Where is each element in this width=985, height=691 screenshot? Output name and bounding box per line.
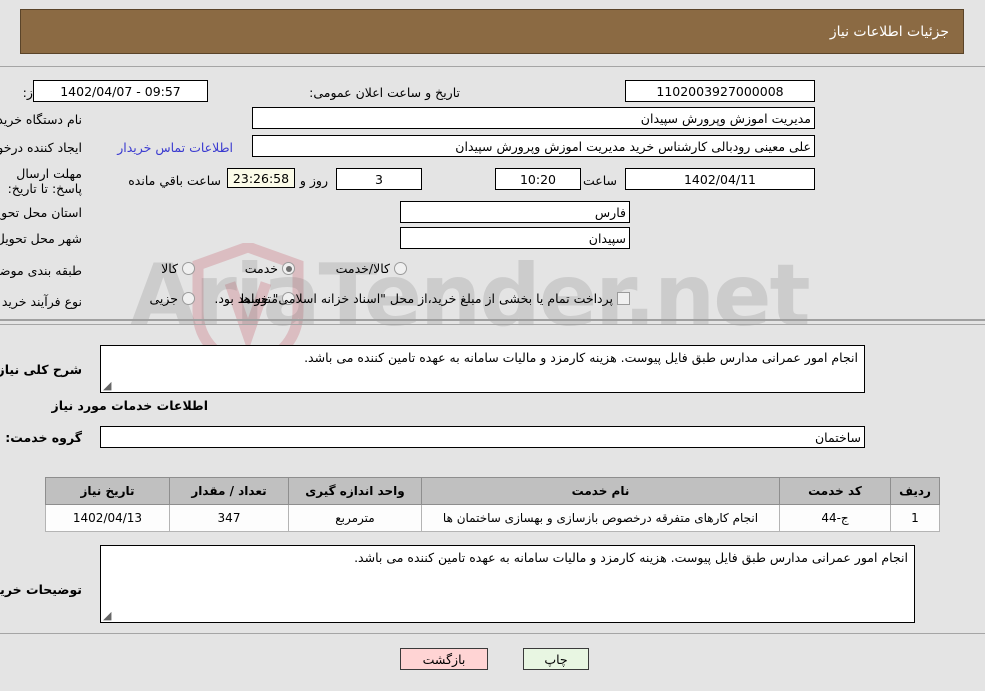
buyer-org-label: نام دستگاه خریدار: xyxy=(0,112,82,127)
buyer-org-value: مدیریت اموزش وپرورش سپیدان xyxy=(252,107,815,129)
province-label: استان محل تحویل: xyxy=(0,205,82,220)
radio-label-kala-khedmat: کالا/خدمت xyxy=(335,261,390,276)
page-title: جزئیات اطلاعات نیاز xyxy=(829,23,949,40)
public-announce-label: تاریخ و ساعت اعلان عمومی: xyxy=(309,85,460,100)
table-row: 1 ج-44 انجام کارهای متفرقه درخصوص بازساز… xyxy=(45,504,940,532)
buyer-notes-text: انجام امور عمرانی مدارس طبق فایل پیوست. … xyxy=(354,550,908,565)
cell-unit: مترمربع xyxy=(288,504,422,532)
remaining-days-value: 3 xyxy=(336,168,422,190)
radio-category-kala-khedmat[interactable]: کالا/خدمت xyxy=(336,261,407,276)
requester-value: علی معینی رودبالی کارشناس خرید مدیریت ام… xyxy=(252,135,815,157)
col-header-qty: تعداد / مقدار xyxy=(169,477,289,505)
radio-dot-kala-khedmat xyxy=(394,262,407,275)
hour-label: ساعت xyxy=(582,173,617,188)
service-group-value: ساختمان xyxy=(100,426,865,448)
resize-grip-icon[interactable]: ◢ xyxy=(103,380,113,391)
radio-process-jozei[interactable]: جزیی xyxy=(149,291,195,306)
radio-label-kala: کالا xyxy=(161,261,178,276)
city-value: سپیدان xyxy=(400,227,630,249)
table-header-row: ردیف کد خدمت نام خدمت واحد اندازه گیری ت… xyxy=(45,477,940,505)
resize-grip-icon-notes[interactable]: ◢ xyxy=(103,610,113,621)
col-header-unit: واحد اندازه گیری xyxy=(288,477,422,505)
radio-dot-khedmat xyxy=(282,262,295,275)
buyer-notes-label: توضیحات خریدار: xyxy=(0,582,82,597)
service-group-label: گروه خدمت: xyxy=(5,430,82,445)
category-label: طبقه بندی موضوعی: xyxy=(0,263,82,278)
cell-date: 1402/04/13 xyxy=(45,504,170,532)
top-info-panel xyxy=(0,66,985,321)
radio-label-jozei: جزیی xyxy=(149,291,178,306)
process-type-label: نوع فرآیند خرید : xyxy=(0,294,82,309)
cell-name: انجام کارهای متفرقه درخصوص بازسازی و بهس… xyxy=(421,504,780,532)
services-table: ردیف کد خدمت نام خدمت واحد اندازه گیری ت… xyxy=(45,477,940,532)
services-section-heading: اطلاعات خدمات مورد نیاز xyxy=(51,398,209,413)
col-header-name: نام خدمت xyxy=(421,477,780,505)
remaining-days-label: روز و xyxy=(299,173,328,188)
checkbox-label-treasury: پرداخت تمام یا بخشی از مبلغ خرید،از محل … xyxy=(214,291,613,306)
requester-label: ایجاد کننده درخواست: xyxy=(0,140,82,155)
col-header-row: ردیف xyxy=(890,477,940,505)
need-number-value: 1102003927000008 xyxy=(625,80,815,102)
radio-dot-jozei xyxy=(182,292,195,305)
buyer-contact-link[interactable]: اطلاعات تماس خریدار xyxy=(117,140,233,155)
need-summary-label: شرح کلی نیاز: xyxy=(0,362,82,377)
city-label: شهر محل تحویل: xyxy=(0,231,82,246)
public-announce-value: 1402/04/07 - 09:57 xyxy=(33,80,208,102)
need-summary-text: انجام امور عمرانی مدارس طبق فایل پیوست. … xyxy=(304,350,858,365)
col-header-date: تاریخ نیاز xyxy=(45,477,170,505)
cell-row: 1 xyxy=(890,504,940,532)
back-button[interactable]: بازگشت xyxy=(400,648,488,670)
need-summary-textarea[interactable]: انجام امور عمرانی مدارس طبق فایل پیوست. … xyxy=(100,345,865,393)
radio-dot-kala xyxy=(182,262,195,275)
buyer-notes-textarea[interactable]: انجام امور عمرانی مدارس طبق فایل پیوست. … xyxy=(100,545,915,623)
cell-code: ج-44 xyxy=(779,504,891,532)
checkbox-treasury-docs[interactable]: پرداخت تمام یا بخشی از مبلغ خرید،از محل … xyxy=(214,291,630,306)
page-title-bar: جزئیات اطلاعات نیاز xyxy=(20,9,964,54)
radio-category-khedmat[interactable]: خدمت xyxy=(245,261,295,276)
countdown-timer: 23:26:58 xyxy=(227,168,295,188)
page-root: AriaTender.net جزئیات اطلاعات نیاز شماره… xyxy=(0,0,985,691)
province-value: فارس xyxy=(400,201,630,223)
cell-qty: 347 xyxy=(169,504,289,532)
print-button[interactable]: چاپ xyxy=(523,648,589,670)
deadline-time: 10:20 xyxy=(495,168,581,190)
deadline-label: مهلت ارسال پاسخ: تا تاریخ: xyxy=(7,166,82,196)
remaining-hours-label: ساعت باقي مانده xyxy=(128,173,221,188)
radio-category-kala[interactable]: کالا xyxy=(161,261,195,276)
deadline-date: 1402/04/11 xyxy=(625,168,815,190)
checkbox-box-treasury xyxy=(617,292,630,305)
col-header-code: کد خدمت xyxy=(779,477,891,505)
radio-label-khedmat: خدمت xyxy=(244,261,278,276)
